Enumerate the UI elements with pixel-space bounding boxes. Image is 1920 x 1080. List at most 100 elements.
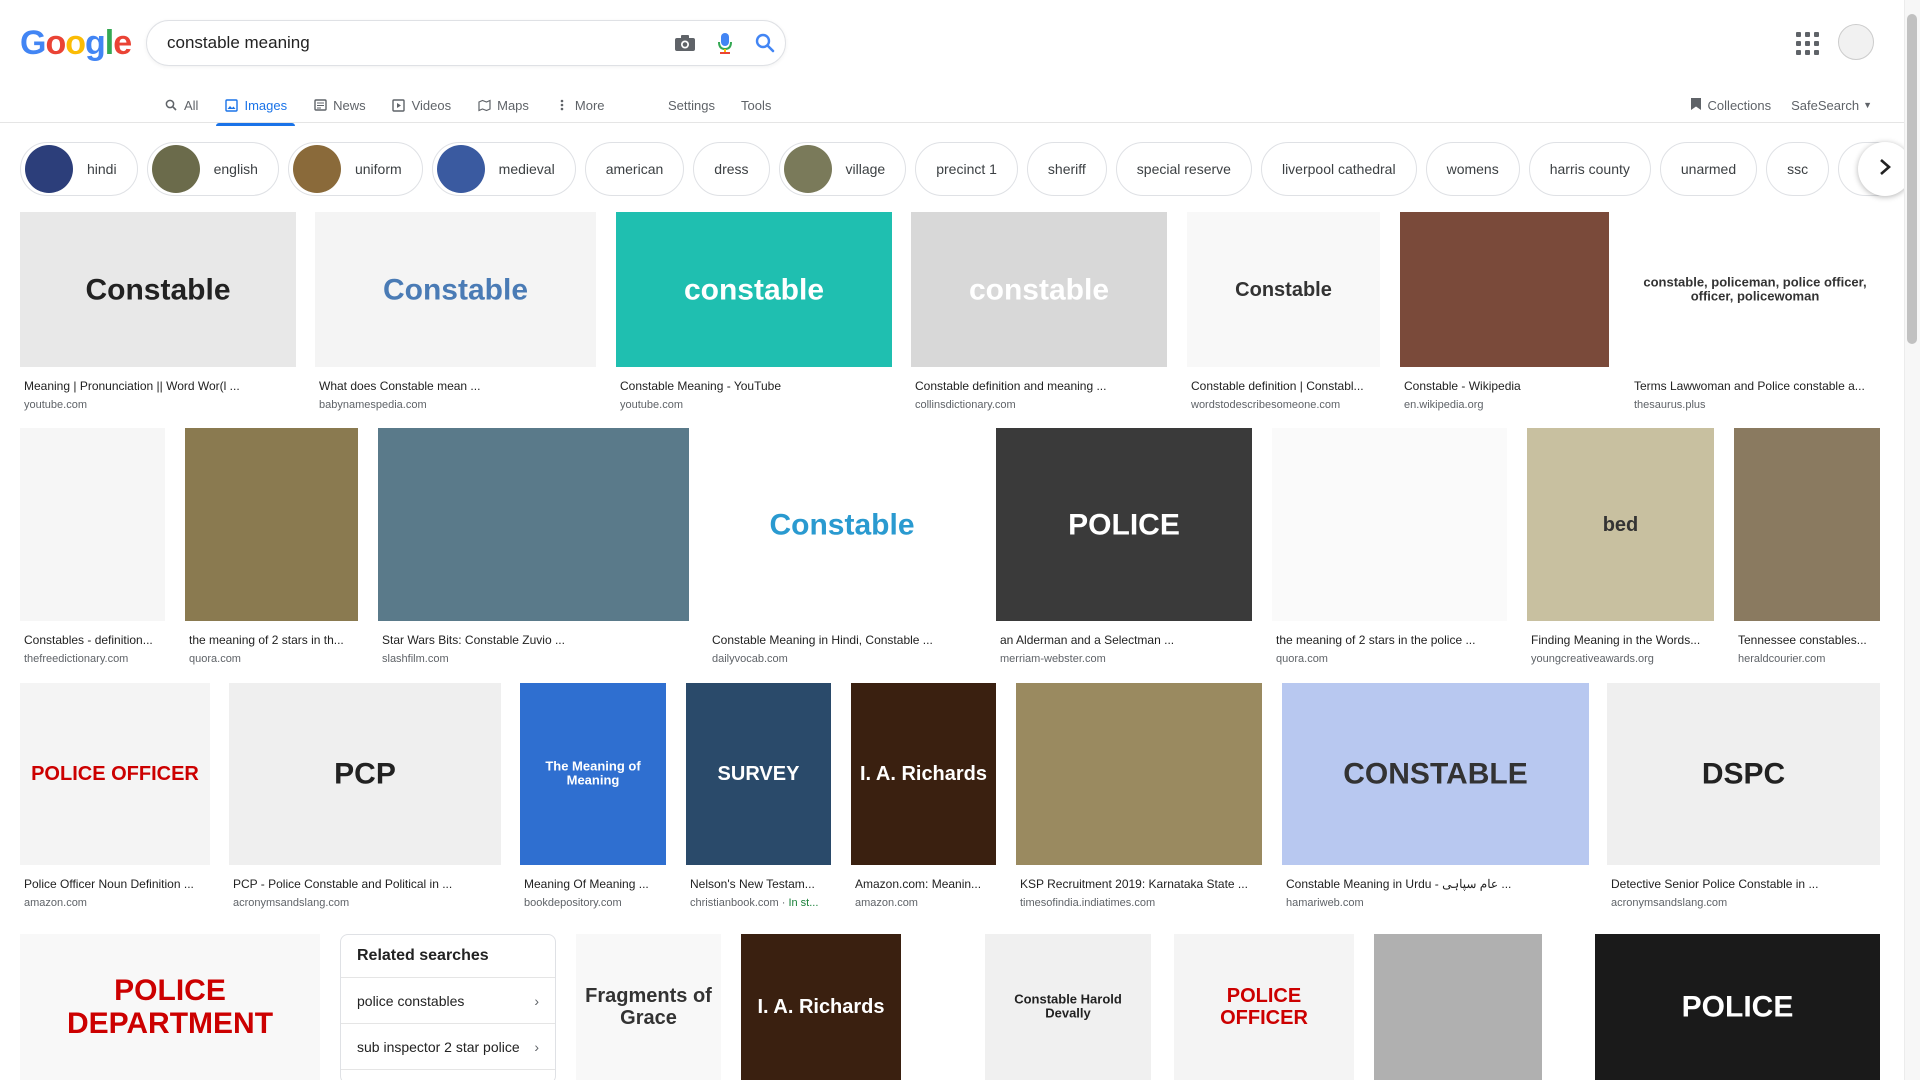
result-thumbnail[interactable]: Fragments of Grace — [576, 934, 721, 1080]
related-search-item[interactable]: sub inspector 2 star police › — [341, 1024, 555, 1070]
result-title[interactable]: Detective Senior Police Constable in ... — [1611, 877, 1880, 891]
result-thumbnail[interactable]: POLICE OFFICER — [20, 683, 210, 865]
result-title[interactable]: Finding Meaning in the Words... — [1531, 633, 1714, 647]
result-title[interactable]: Nelson's New Testam... — [690, 877, 831, 891]
result-title[interactable]: Meaning | Pronunciation || Word Wor(l ..… — [24, 379, 296, 393]
chip-english[interactable]: english — [146, 142, 279, 196]
chip-womens[interactable]: womens — [1425, 142, 1520, 196]
settings-link[interactable]: Settings — [668, 98, 715, 113]
result-thumbnail[interactable] — [1374, 934, 1542, 1080]
search-input[interactable] — [167, 33, 665, 53]
result-thumbnail[interactable]: The Meaning of Meaning — [520, 683, 666, 865]
result-thumbnail[interactable]: constable — [911, 212, 1167, 367]
related-search-label: police constables — [357, 992, 465, 1009]
result-thumbnail[interactable]: DSPC — [1607, 683, 1880, 865]
result-thumbnail[interactable]: Constable — [708, 428, 976, 621]
result-thumbnail[interactable]: SURVEY — [686, 683, 831, 865]
result-thumbnail[interactable]: Constable Harold Devally — [985, 934, 1151, 1080]
chip-village[interactable]: village — [778, 142, 907, 196]
result-thumbnail[interactable]: Constable — [315, 212, 596, 367]
result-title[interactable]: Constable Meaning in Urdu - عام سپاہی ..… — [1286, 877, 1589, 891]
result-title[interactable]: the meaning of 2 stars in the police ... — [1276, 633, 1507, 647]
result-thumbnail[interactable]: constable — [616, 212, 892, 367]
tab-more[interactable]: More — [555, 88, 605, 122]
search-icon[interactable] — [745, 23, 785, 63]
chip-special-reserve[interactable]: special reserve — [1115, 142, 1252, 196]
google-logo[interactable]: Google — [20, 24, 132, 63]
chip-ssc[interactable]: ssc — [1766, 142, 1830, 196]
result-title[interactable]: an Alderman and a Selectman ... — [1000, 633, 1252, 647]
result-title[interactable]: Constable definition | Constabl... — [1191, 379, 1380, 393]
result-thumbnail[interactable]: POLICE OFFICER — [1174, 934, 1354, 1080]
chip-uniform[interactable]: uniform — [287, 142, 423, 196]
avatar[interactable] — [1838, 24, 1874, 60]
search-options: Settings Tools — [668, 88, 771, 122]
chip-unarmed[interactable]: unarmed — [1659, 142, 1758, 196]
source-domain: acronymsandslang.com — [233, 897, 350, 909]
chip-medieval[interactable]: medieval — [431, 142, 576, 196]
logo-letter: o — [65, 24, 86, 62]
search-box[interactable] — [146, 20, 786, 66]
chip-sheriff[interactable]: sheriff — [1026, 142, 1107, 196]
chip-harris-county[interactable]: harris county — [1528, 142, 1651, 196]
result-source: youngcreativeawards.org — [1531, 653, 1714, 665]
result-title[interactable]: the meaning of 2 stars in th... — [189, 633, 358, 647]
result-title[interactable]: Constable - Wikipedia — [1404, 379, 1609, 393]
result-thumbnail[interactable]: I. A. Richards — [741, 934, 901, 1080]
chip-american[interactable]: american — [584, 142, 685, 196]
result-thumbnail[interactable] — [20, 428, 165, 621]
apps-grid-icon[interactable] — [1794, 30, 1819, 55]
result-title[interactable]: Amazon.com: Meanin... — [855, 877, 996, 891]
camera-icon[interactable] — [665, 23, 705, 63]
collections-link[interactable]: Collections — [1690, 97, 1771, 114]
result-source: slashfilm.com — [382, 653, 689, 665]
chip-hindi[interactable]: hindi — [20, 142, 138, 196]
result-title[interactable]: KSP Recruitment 2019: Karnataka State ..… — [1020, 877, 1262, 891]
result-title[interactable]: Constable Meaning in Hindi, Constable ..… — [712, 633, 976, 647]
tab-all[interactable]: All — [164, 88, 198, 122]
result-thumbnail[interactable]: bed — [1527, 428, 1714, 621]
tab-maps[interactable]: Maps — [477, 88, 529, 122]
source-domain: thesaurus.plus — [1634, 399, 1706, 411]
result-title[interactable]: Star Wars Bits: Constable Zuvio ... — [382, 633, 689, 647]
chip-liverpool-cathedral[interactable]: liverpool cathedral — [1260, 142, 1417, 196]
chip-label: hindi — [87, 161, 117, 177]
page-scrollbar[interactable] — [1904, 0, 1920, 1080]
result-thumbnail[interactable] — [378, 428, 689, 621]
result-title[interactable]: Constable definition and meaning ... — [915, 379, 1167, 393]
result-title[interactable]: Meaning Of Meaning ... — [524, 877, 666, 891]
chip-dress[interactable]: dress — [693, 142, 770, 196]
result-thumbnail[interactable]: CONSTABLE — [1282, 683, 1589, 865]
result-thumbnail[interactable] — [1734, 428, 1880, 621]
result-thumbnail[interactable]: POLICE — [1595, 934, 1880, 1080]
result-thumbnail[interactable] — [1272, 428, 1507, 621]
result-thumbnail[interactable]: I. A. Richards — [851, 683, 996, 865]
result-title[interactable]: Constables - definition... — [24, 633, 165, 647]
result-title[interactable]: Police Officer Noun Definition ... — [24, 877, 210, 891]
related-search-item[interactable]: police constables › — [341, 978, 555, 1024]
result-thumbnail[interactable] — [1016, 683, 1262, 865]
result-thumbnail[interactable] — [1400, 212, 1609, 367]
tab-news[interactable]: News — [313, 88, 366, 122]
tab-videos[interactable]: Videos — [392, 88, 451, 122]
result-thumbnail[interactable]: Constable — [20, 212, 296, 367]
result-title[interactable]: PCP - Police Constable and Political in … — [233, 877, 501, 891]
result-thumbnail[interactable]: PCP — [229, 683, 501, 865]
bookmark-icon — [1690, 97, 1702, 114]
result-title[interactable]: What does Constable mean ... — [319, 379, 596, 393]
chip-precinct-1[interactable]: precinct 1 — [915, 142, 1018, 196]
scrollbar-thumb[interactable] — [1907, 14, 1917, 344]
microphone-icon[interactable] — [705, 23, 745, 63]
result-title[interactable]: Terms Lawwoman and Police constable a... — [1634, 379, 1880, 393]
result-thumbnail[interactable] — [185, 428, 358, 621]
result-thumbnail[interactable]: POLICE DEPARTMENT — [20, 934, 320, 1080]
result-thumbnail[interactable]: POLICE — [996, 428, 1252, 621]
result-source: babynamespedia.com — [319, 399, 596, 411]
result-thumbnail[interactable]: constable, policeman, police officer, of… — [1630, 212, 1880, 367]
safesearch-dropdown[interactable]: SafeSearch ▼ — [1791, 98, 1872, 113]
result-title[interactable]: Tennessee constables... — [1738, 633, 1880, 647]
tab-images[interactable]: Images — [216, 88, 295, 126]
result-thumbnail[interactable]: Constable — [1187, 212, 1380, 367]
result-title[interactable]: Constable Meaning - YouTube — [620, 379, 892, 393]
tools-link[interactable]: Tools — [741, 98, 771, 113]
